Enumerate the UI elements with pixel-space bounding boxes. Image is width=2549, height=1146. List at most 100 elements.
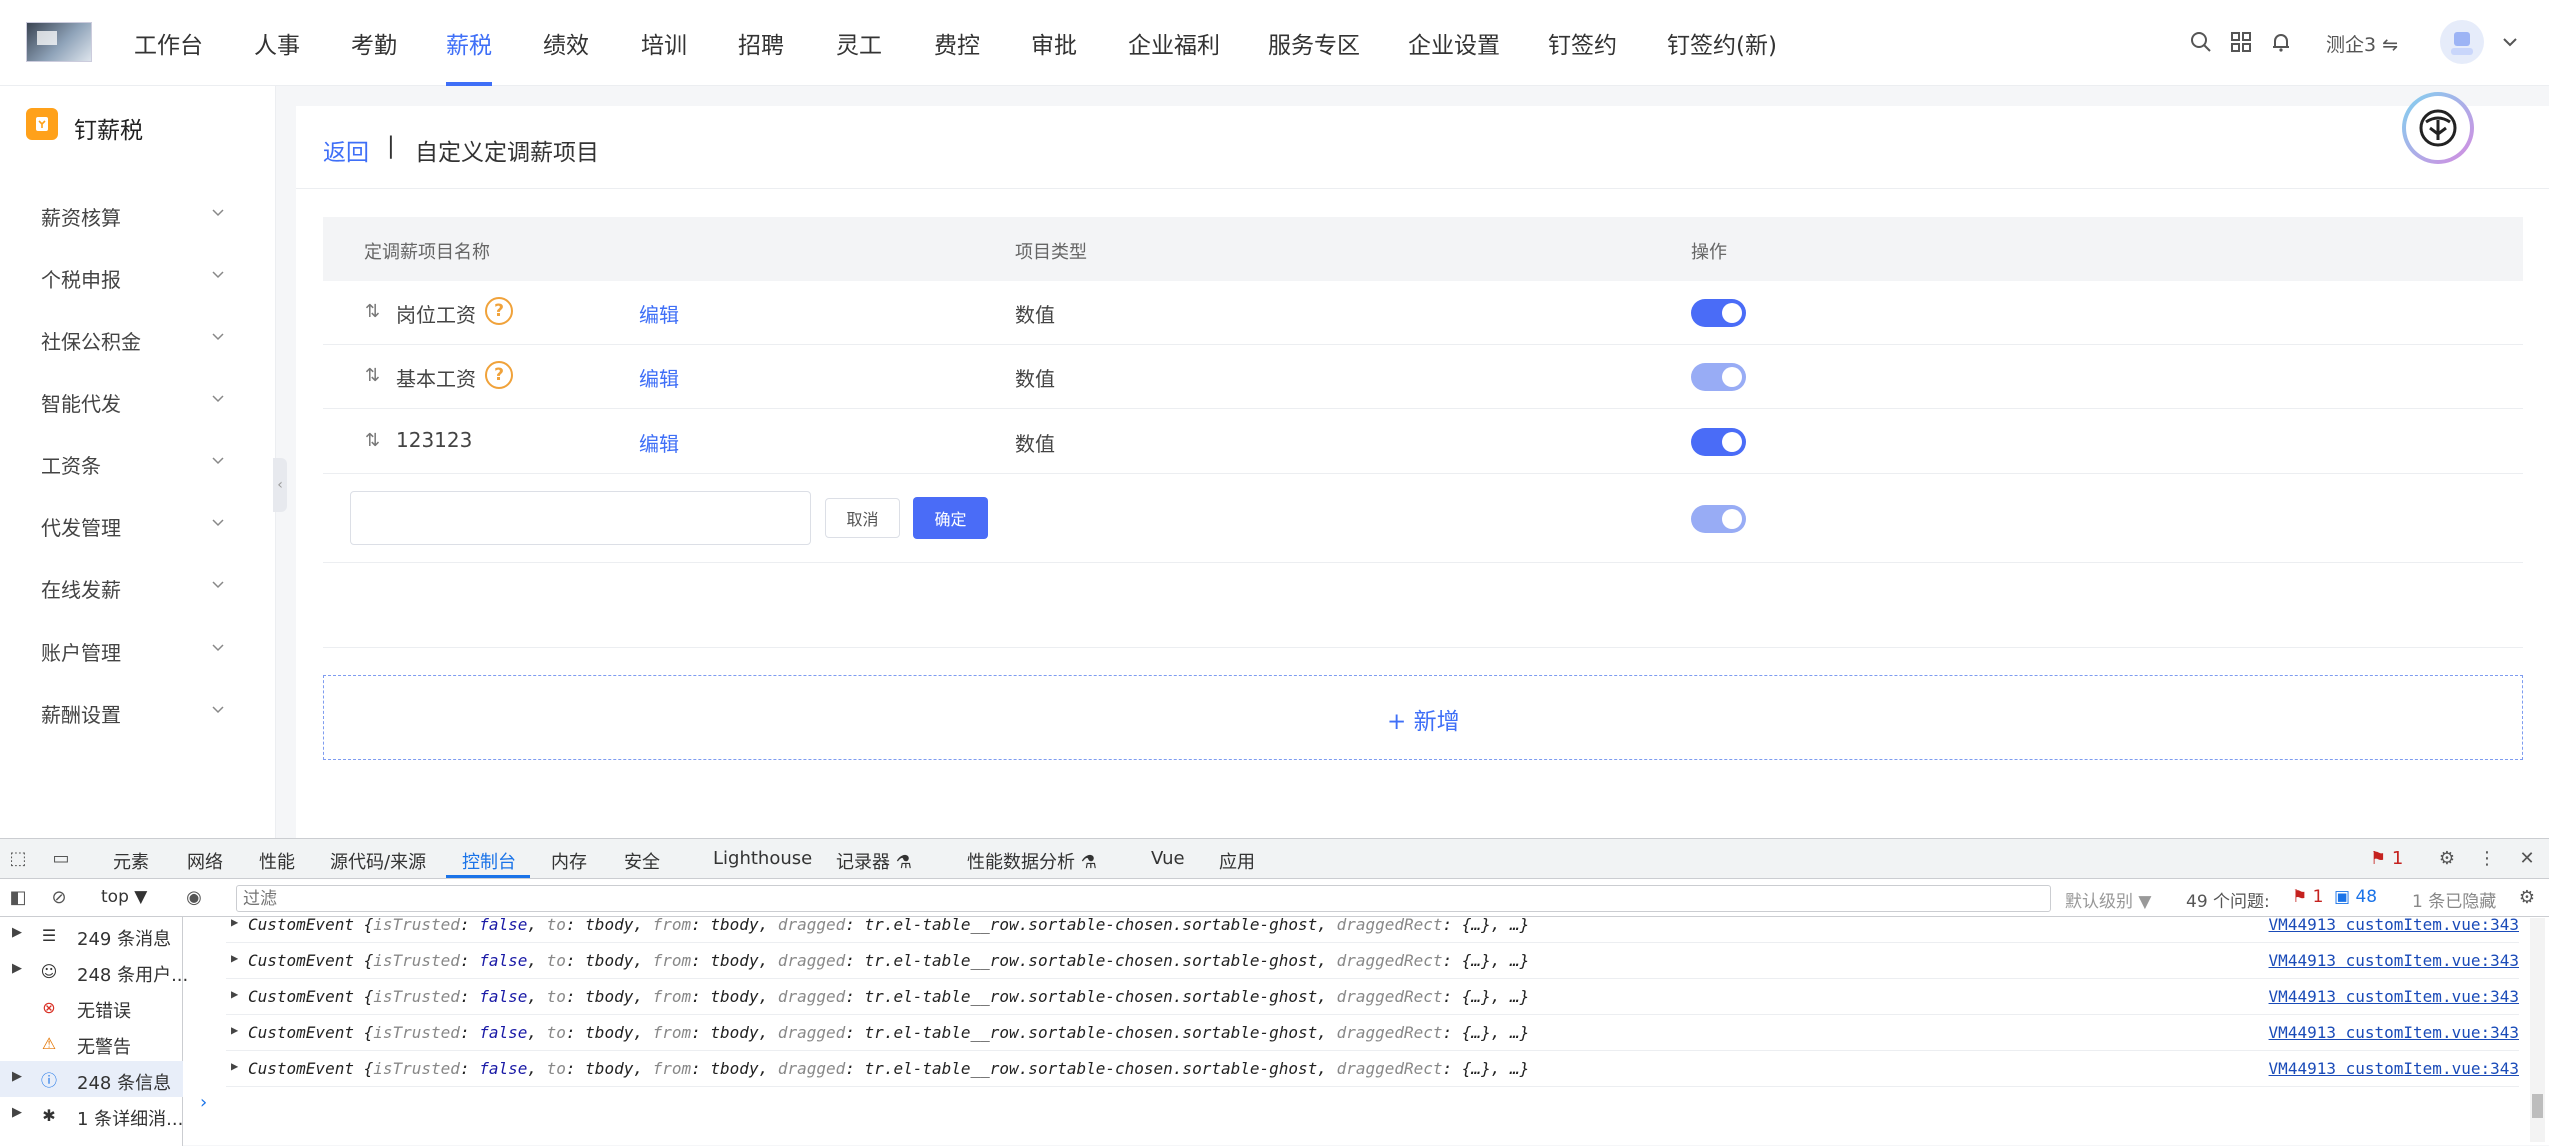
help-icon[interactable]: ?: [485, 297, 513, 325]
drag-handle-icon[interactable]: ⇅: [365, 430, 383, 452]
search-icon[interactable]: [2187, 28, 2215, 56]
sidebar-collapse-handle[interactable]: ‹: [273, 458, 287, 512]
console-filter-user[interactable]: ▶ ☺ 248 条用户...: [0, 953, 188, 989]
console-scrollbar[interactable]: [2530, 918, 2545, 1142]
eye-icon[interactable]: ◉: [183, 886, 205, 908]
log-source-link[interactable]: VM44913 customItem.vue:343: [2269, 1059, 2519, 1078]
expand-arrow-icon[interactable]: ▶: [12, 1069, 22, 1084]
console-log-line[interactable]: ▶ CustomEvent {isTrusted: false, to: tbod…: [226, 1051, 2519, 1087]
sidebar-item-online-payroll[interactable]: 在线发薪: [0, 564, 276, 608]
console-filter-errors[interactable]: ⊗ 无错误: [0, 989, 183, 1025]
issues-error-count[interactable]: ⚑ 1: [2292, 887, 2323, 907]
enable-switch[interactable]: [1691, 428, 1746, 456]
devtools-tab-security[interactable]: 安全: [624, 848, 660, 874]
nav-item-hr[interactable]: 人事: [254, 26, 300, 60]
devtools-tab-elements[interactable]: 元素: [113, 848, 149, 874]
sidebar-toggle-icon[interactable]: ◧: [7, 886, 29, 908]
devtools-tab-performance-insights[interactable]: 性能数据分析 ⚗: [967, 848, 1097, 874]
nav-item-service-zone[interactable]: 服务专区: [1268, 26, 1360, 60]
expand-arrow-icon[interactable]: ▶: [12, 1105, 22, 1120]
expand-arrow-icon[interactable]: ▶: [231, 951, 238, 965]
user-avatar-icon[interactable]: [2440, 20, 2484, 64]
nav-item-expense[interactable]: 费控: [934, 26, 980, 60]
devtools-tab-recorder[interactable]: 记录器 ⚗: [836, 848, 912, 874]
nav-item-salary-tax[interactable]: 薪税: [446, 26, 492, 60]
drag-handle-icon[interactable]: ⇅: [365, 301, 383, 323]
nav-item-welfare[interactable]: 企业福利: [1128, 26, 1220, 60]
inspect-element-icon[interactable]: ⬚: [7, 847, 29, 869]
sidebar-item-payout-management[interactable]: 代发管理: [0, 502, 276, 546]
enable-switch-disabled[interactable]: [1691, 505, 1746, 533]
sidebar-item-smart-payout[interactable]: 智能代发: [0, 378, 276, 422]
devtools-tab-sources[interactable]: 源代码/来源: [330, 848, 426, 874]
log-source-link[interactable]: VM44913 customItem.vue:343: [2269, 951, 2519, 970]
device-toolbar-icon[interactable]: ▭: [50, 847, 72, 869]
sidebar-item-salary-settings[interactable]: 薪酬设置: [0, 689, 276, 733]
nav-item-training[interactable]: 培训: [641, 26, 687, 60]
close-icon[interactable]: ✕: [2516, 847, 2538, 869]
nav-item-sign-new[interactable]: 钉签约(新): [1667, 26, 1777, 60]
sidebar-item-payslip[interactable]: 工资条: [0, 440, 276, 484]
devtools-tab-console[interactable]: 控制台: [462, 848, 516, 874]
nav-item-sign[interactable]: 钉签约: [1548, 26, 1617, 60]
nav-item-company-settings[interactable]: 企业设置: [1408, 26, 1500, 60]
nav-item-workbench[interactable]: 工作台: [134, 26, 203, 60]
sidebar-item-social-insurance[interactable]: 社保公积金: [0, 316, 276, 360]
log-source-link[interactable]: VM44913 customItem.vue:343: [2269, 915, 2519, 934]
expand-arrow-icon[interactable]: ▶: [12, 925, 22, 940]
cancel-button[interactable]: 取消: [825, 498, 900, 538]
log-source-link[interactable]: VM44913 customItem.vue:343: [2269, 1023, 2519, 1042]
nav-item-attendance[interactable]: 考勤: [351, 26, 397, 60]
nav-item-flex-work[interactable]: 灵工: [836, 26, 882, 60]
console-log-line[interactable]: ▶ CustomEvent {isTrusted: false, to: tbod…: [226, 907, 2519, 943]
add-item-button[interactable]: + 新增: [323, 675, 2523, 760]
devtools-tab-performance[interactable]: 性能: [259, 848, 295, 874]
sidebar-item-account-management[interactable]: 账户管理: [0, 627, 276, 671]
context-selector[interactable]: top ▼: [101, 887, 147, 907]
devtools-tab-memory[interactable]: 内存: [551, 848, 587, 874]
back-link[interactable]: 返回: [323, 133, 369, 167]
devtools-tab-network[interactable]: 网络: [187, 848, 223, 874]
chevron-down-icon[interactable]: [2496, 28, 2524, 56]
expand-arrow-icon[interactable]: ▶: [231, 987, 238, 1001]
edit-link[interactable]: 编辑: [639, 428, 679, 457]
scrollbar-thumb[interactable]: [2532, 1094, 2543, 1118]
expand-arrow-icon[interactable]: ▶: [231, 1023, 238, 1037]
nav-item-recruiting[interactable]: 招聘: [738, 26, 784, 60]
console-prompt[interactable]: ›: [200, 1092, 207, 1113]
devtools-tab-lighthouse[interactable]: Lighthouse: [713, 848, 812, 869]
assistant-floating-button[interactable]: [2402, 92, 2474, 164]
edit-link[interactable]: 编辑: [639, 299, 679, 328]
issues-info-count[interactable]: ▣ 48: [2334, 887, 2377, 907]
clear-console-icon[interactable]: ⊘: [48, 886, 70, 908]
user-org-name[interactable]: 测企3 ⇋: [2326, 30, 2398, 57]
company-logo[interactable]: [26, 22, 92, 62]
nav-item-approval[interactable]: 审批: [1031, 26, 1077, 60]
bell-icon[interactable]: [2267, 28, 2295, 56]
nav-item-performance[interactable]: 绩效: [543, 26, 589, 60]
confirm-button[interactable]: 确定: [913, 497, 988, 539]
console-log-line[interactable]: ▶ CustomEvent {isTrusted: false, to: tbod…: [226, 1015, 2519, 1051]
expand-arrow-icon[interactable]: ▶: [231, 1059, 238, 1073]
console-filter-info[interactable]: ▶ ⓘ 248 条信息: [0, 1061, 183, 1097]
edit-link[interactable]: 编辑: [639, 363, 679, 392]
more-options-icon[interactable]: ⋮: [2476, 847, 2498, 869]
new-item-name-input[interactable]: [350, 491, 811, 545]
devtools-tab-vue[interactable]: Vue: [1151, 848, 1185, 869]
drag-handle-icon[interactable]: ⇅: [365, 365, 383, 387]
switch-org-icon[interactable]: ⇋: [2382, 34, 2398, 56]
help-icon[interactable]: ?: [485, 361, 513, 389]
enable-switch-disabled[interactable]: [1691, 363, 1746, 391]
sidebar-item-tax-filing[interactable]: 个税申报: [0, 254, 276, 298]
console-log-line[interactable]: ▶ CustomEvent {isTrusted: false, to: tbod…: [226, 979, 2519, 1015]
sidebar-item-payroll[interactable]: 薪资核算: [0, 192, 276, 236]
devtools-tab-application[interactable]: 应用: [1219, 848, 1255, 874]
issues-badge[interactable]: ⚑ 1: [2370, 848, 2403, 869]
console-filter-warnings[interactable]: ⚠ 无警告: [0, 1025, 183, 1061]
console-filter-messages[interactable]: ▶ ☰ 249 条消息: [0, 917, 183, 953]
expand-arrow-icon[interactable]: ▶: [231, 915, 238, 929]
expand-arrow-icon[interactable]: ▶: [12, 961, 22, 976]
log-source-link[interactable]: VM44913 customItem.vue:343: [2269, 987, 2519, 1006]
console-log-line[interactable]: ▶ CustomEvent {isTrusted: false, to: tbod…: [226, 943, 2519, 979]
enable-switch[interactable]: [1691, 299, 1746, 327]
